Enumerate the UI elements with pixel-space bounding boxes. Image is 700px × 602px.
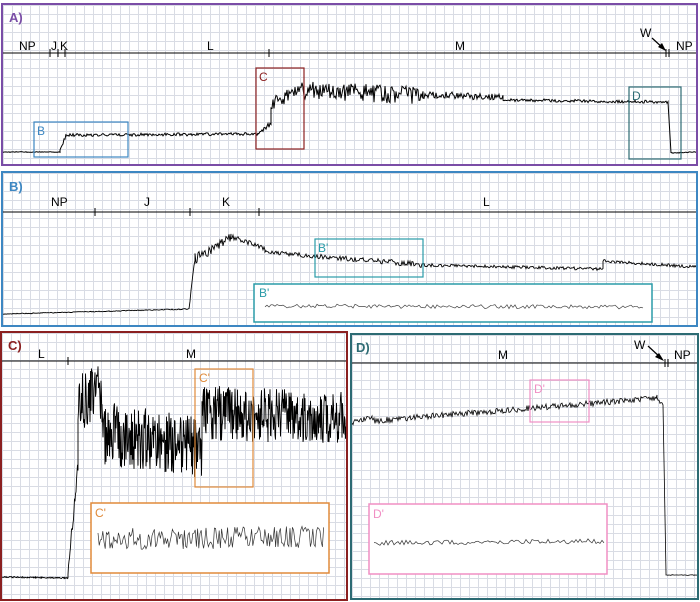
phase-label-l: L [207,39,214,53]
detail-label-c-prime: C' [95,506,106,520]
trace-line [3,81,696,154]
panel-d-label: D) [356,340,370,355]
inset-label-b: B [37,124,45,138]
phase-label-np: NP [51,195,68,209]
inset-label-c: C [259,70,268,84]
detail-box-c-prime [90,502,330,574]
inset-label-b-prime: B' [318,241,328,255]
phase-label-w: W [640,26,652,40]
inset-box-c-prime [194,368,254,488]
detail-label-d-prime: D' [373,507,384,521]
inset-label-d-prime: D' [534,382,545,396]
phase-label-j: J [144,195,150,209]
panel-b: B) NP J K L B' B' [1,171,698,327]
phase-label-m: M [455,39,465,53]
panel-c-figure: C) L M C' C' [2,338,346,580]
panel-a: A) NP J K L M W NP B C D [1,3,698,166]
phase-label-m: M [498,348,508,362]
phase-label-np-end: NP [676,39,693,53]
panel-d: D) M W NP D' D' [350,333,699,600]
phase-label-l: L [38,347,45,361]
phase-label-m: M [186,347,196,361]
inset-label-c-prime: C' [199,371,210,385]
phase-label-w: W [634,338,646,352]
detail-box-b-prime [253,283,653,323]
panel-d-figure: D) M W NP D' D' [352,338,697,576]
panel-c: C) L M C' C' [0,331,348,601]
panel-a-label: A) [9,10,23,25]
detail-box-d-prime [368,503,608,575]
phase-label-k: K [60,39,68,53]
panel-b-figure: B) NP J K L B' B' [3,179,696,323]
panel-b-label: B) [9,179,23,194]
phase-label-j: J [51,39,57,53]
phase-label-l: L [483,195,490,209]
inset-label-d: D [632,89,641,103]
panel-a-figure: A) NP J K L M W NP B C D [3,10,696,160]
phase-label-k: K [222,195,230,209]
panel-c-label: C) [8,338,22,353]
phase-label-np: NP [19,39,36,53]
detail-label-b-prime: B' [259,286,269,300]
phase-label-np: NP [674,348,691,362]
